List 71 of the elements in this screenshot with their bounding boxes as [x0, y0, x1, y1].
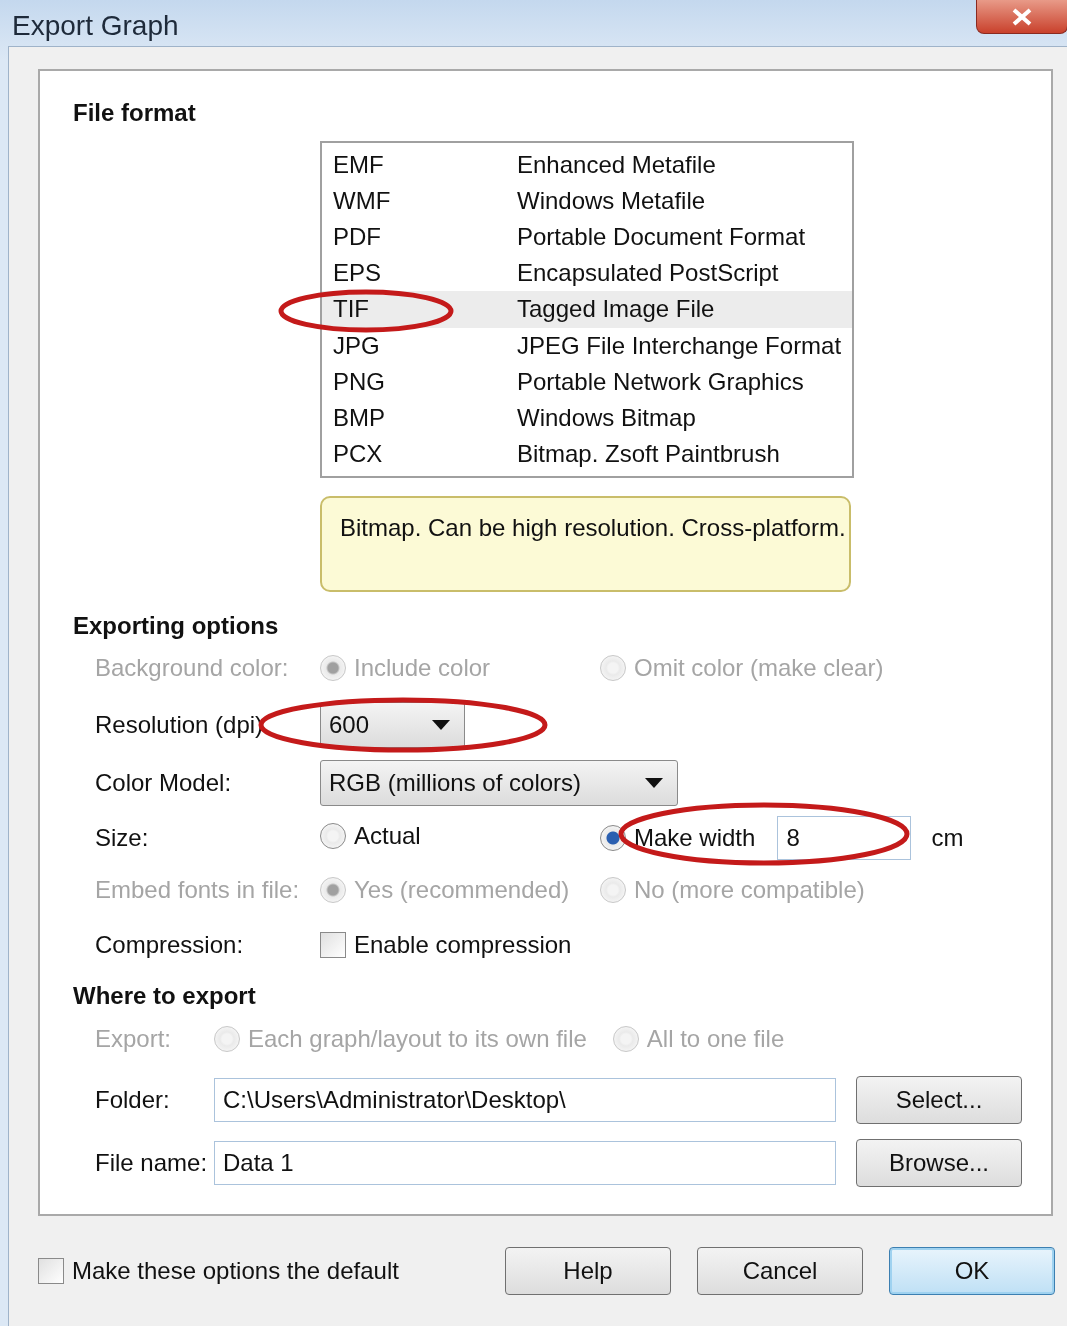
format-description: Bitmap. Zsoft Paintbrush: [517, 439, 781, 468]
dialog-button[interactable]: Select...: [856, 1075, 1022, 1124]
dialog-button[interactable]: Cancel: [697, 1247, 863, 1295]
format-list-item[interactable]: EMF Enhanced Metafile: [322, 147, 852, 184]
dropdown-select[interactable]: 600: [320, 702, 465, 748]
radio-option[interactable]: Make width: [600, 824, 756, 852]
format-description: JPEG File Interchange Format: [517, 331, 843, 360]
format-list-item[interactable]: PDF Portable Document Format: [322, 219, 852, 256]
radio-label: Yes (recommended): [354, 876, 570, 904]
radio-label: No (more compatible): [634, 876, 865, 904]
checkbox-option[interactable]: Enable compression: [320, 931, 1051, 959]
radio-label: Include color: [354, 654, 491, 682]
field-label: Folder:: [95, 1085, 171, 1114]
option-label: Compression:: [95, 931, 245, 959]
section-heading: Exporting options: [73, 612, 280, 640]
format-code: TIF: [333, 295, 370, 324]
dialog-button[interactable]: Browse...: [856, 1138, 1022, 1187]
format-description: Portable Network Graphics: [517, 367, 805, 396]
format-code: PDF: [333, 223, 382, 252]
checkbox[interactable]: [320, 932, 346, 958]
close-icon: [1011, 7, 1033, 26]
option-label: Background color:: [95, 654, 290, 682]
section-heading: File format: [73, 99, 197, 127]
option-label: Export:: [95, 1025, 173, 1053]
format-list-item[interactable]: TIF Tagged Image File: [322, 291, 852, 328]
format-description: Portable Document Format: [517, 223, 807, 252]
unit-label: cm: [931, 824, 964, 852]
radio-button[interactable]: [320, 822, 346, 849]
format-code: BMP: [333, 403, 386, 432]
dropdown-select[interactable]: RGB (millions of colors): [320, 760, 678, 806]
format-description: Enhanced Metafile: [517, 151, 717, 180]
option-label: Embed fonts in file:: [95, 876, 301, 904]
section-heading: Where to export: [73, 982, 257, 1010]
format-description-box: Bitmap. Can be high resolution. Cross-platform.: [320, 496, 851, 592]
format-code: EPS: [333, 259, 383, 288]
format-code: JPG: [333, 331, 381, 360]
radio-label: Omit color (make clear): [634, 654, 884, 682]
format-list-item[interactable]: PCX Bitmap. Zsoft Paintbrush: [322, 435, 852, 472]
format-list-item[interactable]: JPG JPEG File Interchange Format: [322, 327, 852, 364]
dropdown-caret-icon: [645, 778, 663, 788]
dropdown-caret-icon: [432, 720, 450, 730]
format-list-item[interactable]: WMF Windows Metafile: [322, 183, 852, 220]
dropdown-value: RGB (millions of colors): [329, 769, 582, 797]
checkbox[interactable]: [38, 1258, 64, 1284]
radio-label: All to one file: [646, 1025, 785, 1053]
format-description: Windows Metafile: [517, 187, 707, 216]
text-input-field[interactable]: C:\Users\Administrator\Desktop\: [214, 1077, 836, 1122]
window-title: Export Graph: [12, 10, 179, 42]
option-label: Color Model:: [95, 769, 233, 797]
radio-label: Make width: [634, 824, 756, 852]
format-code: PNG: [333, 367, 386, 396]
dropdown-value: 600: [329, 711, 370, 739]
text-input-field[interactable]: Data 1: [214, 1140, 836, 1185]
format-description: Encapsulated PostScript: [517, 259, 780, 288]
format-list-item[interactable]: BMP Windows Bitmap: [322, 399, 852, 436]
dialog-button[interactable]: Help: [505, 1247, 671, 1295]
dialog-button[interactable]: OK: [889, 1247, 1055, 1295]
option-label: Resolution (dpi): [95, 711, 265, 739]
radio-label: Actual: [354, 821, 421, 850]
radio-option[interactable]: Actual: [320, 821, 421, 850]
checkbox-label: Enable compression: [354, 931, 572, 959]
format-list-item[interactable]: EPS Encapsulated PostScript: [322, 255, 852, 292]
option-label: Size:: [95, 824, 150, 852]
format-description: Windows Bitmap: [517, 403, 697, 432]
field-label: File name:: [95, 1148, 209, 1177]
format-code: PCX: [333, 439, 384, 468]
close-button[interactable]: [976, 0, 1067, 34]
format-code: WMF: [333, 187, 392, 216]
format-code: EMF: [333, 151, 385, 180]
format-list-item[interactable]: PNG Portable Network Graphics: [322, 363, 852, 400]
format-description: Tagged Image File: [517, 295, 716, 324]
